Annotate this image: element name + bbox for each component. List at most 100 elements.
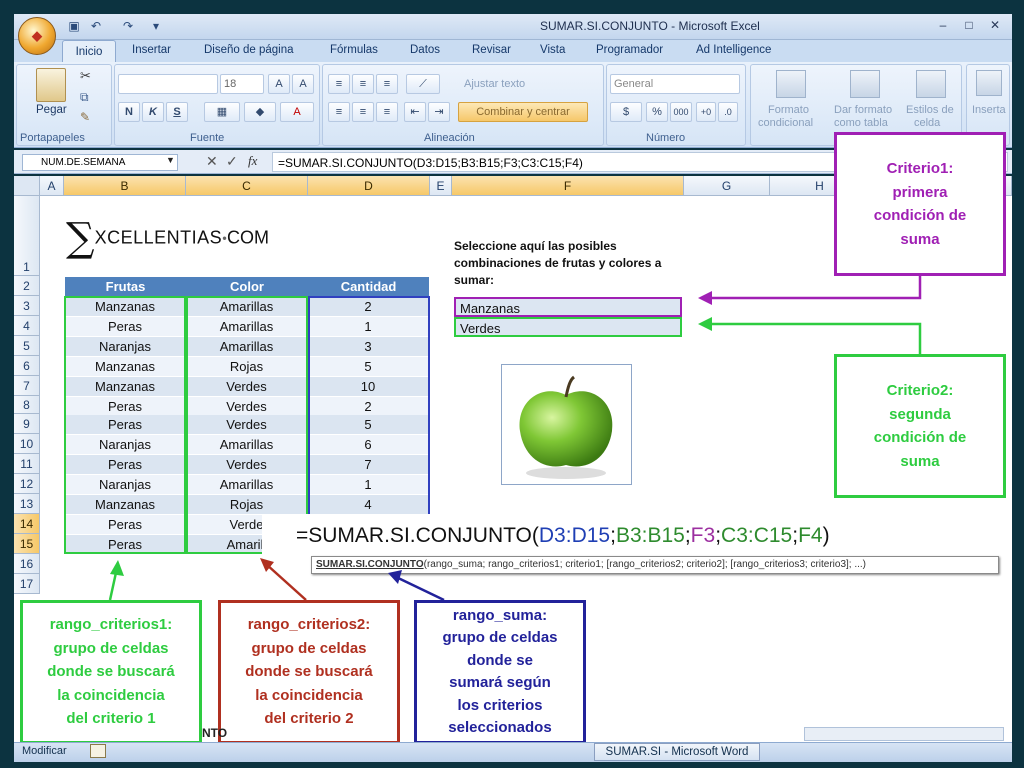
callout-criterio2-line: condición de bbox=[873, 429, 967, 446]
format-as-table-label-2[interactable]: como tabla bbox=[834, 117, 888, 129]
row-header[interactable]: 8 bbox=[14, 396, 40, 414]
tab-datos[interactable]: Datos bbox=[410, 44, 440, 56]
number-format-select[interactable]: General bbox=[610, 74, 740, 94]
shrink-font-icon[interactable]: A bbox=[292, 74, 314, 94]
callout-rs-line: donde se bbox=[467, 651, 533, 669]
italic-button[interactable]: K bbox=[142, 102, 164, 122]
align-bottom-icon[interactable]: ≡ bbox=[376, 74, 398, 94]
row-header[interactable]: 13 bbox=[14, 494, 40, 514]
row-header[interactable]: 3 bbox=[14, 296, 40, 316]
row-header[interactable]: 6 bbox=[14, 356, 40, 376]
name-box-dropdown-icon[interactable]: ▼ bbox=[166, 155, 175, 165]
row-header[interactable]: 12 bbox=[14, 474, 40, 494]
row-header[interactable]: 17 bbox=[14, 574, 40, 594]
currency-icon[interactable]: $ bbox=[610, 102, 642, 122]
bold-button[interactable]: N bbox=[118, 102, 140, 122]
name-box[interactable]: NUM.DE.SEMANA bbox=[22, 154, 178, 171]
row-header[interactable]: 7 bbox=[14, 376, 40, 396]
percent-button[interactable]: % bbox=[646, 102, 668, 122]
align-middle-icon[interactable]: ≡ bbox=[352, 74, 374, 94]
select-all-button[interactable] bbox=[14, 176, 40, 196]
col-header-d[interactable]: D bbox=[308, 176, 430, 196]
increase-decimal-icon[interactable]: +0 bbox=[696, 102, 716, 122]
conditional-format-label-1[interactable]: Formato bbox=[768, 104, 809, 116]
horizontal-scrollbar[interactable] bbox=[804, 727, 1004, 741]
align-top-icon[interactable]: ≡ bbox=[328, 74, 350, 94]
format-painter-icon[interactable]: ✎ bbox=[80, 110, 90, 124]
cell-styles-label-2[interactable]: celda bbox=[914, 117, 940, 129]
function-name-link[interactable]: SUMAR.SI.CONJUNTO bbox=[316, 559, 424, 570]
tab-revisar[interactable]: Revisar bbox=[472, 44, 511, 56]
cancel-entry-icon[interactable]: ✕ bbox=[206, 153, 218, 170]
redo-icon[interactable]: ↷ bbox=[120, 18, 136, 34]
align-left-icon[interactable]: ≡ bbox=[328, 102, 350, 122]
insert-cells-label[interactable]: Inserta bbox=[972, 104, 1006, 116]
save-icon[interactable]: ▣ bbox=[66, 18, 82, 34]
minimize-icon[interactable]: – bbox=[930, 15, 956, 35]
col-header-e[interactable]: E bbox=[430, 176, 452, 196]
undo-icon[interactable]: ↶ bbox=[88, 18, 104, 34]
font-color-icon[interactable]: A bbox=[280, 102, 314, 122]
paste-label[interactable]: Pegar bbox=[36, 104, 67, 116]
tab-programador[interactable]: Programador bbox=[596, 44, 663, 56]
decrease-indent-icon[interactable]: ⇤ bbox=[404, 102, 426, 122]
row-header[interactable]: 16 bbox=[14, 554, 40, 574]
row-header[interactable]: 4 bbox=[14, 316, 40, 336]
format-as-table-label-1[interactable]: Dar formato bbox=[834, 104, 892, 116]
tab-formulas[interactable]: Fórmulas bbox=[330, 44, 378, 56]
col-header-f[interactable]: F bbox=[452, 176, 684, 196]
thousands-button[interactable]: 000 bbox=[670, 102, 692, 122]
tab-inicio[interactable]: Inicio bbox=[62, 40, 116, 63]
row-header[interactable]: 11 bbox=[14, 454, 40, 474]
align-center-icon[interactable]: ≡ bbox=[352, 102, 374, 122]
grow-font-icon[interactable]: A bbox=[268, 74, 290, 94]
decrease-decimal-icon[interactable]: .0 bbox=[718, 102, 738, 122]
formula-input[interactable]: =SUMAR.SI.CONJUNTO(D3:D15;B3:B15;F3;C3:C… bbox=[278, 156, 583, 170]
conditional-format-label-2[interactable]: condicional bbox=[758, 117, 813, 129]
col-header-c[interactable]: C bbox=[186, 176, 308, 196]
customize-qat-icon[interactable]: ▾ bbox=[148, 18, 164, 34]
row-header[interactable]: 5 bbox=[14, 336, 40, 356]
row-header[interactable]: 14 bbox=[14, 514, 40, 534]
col-header-b[interactable]: B bbox=[64, 176, 186, 196]
office-button[interactable]: ◆ bbox=[18, 17, 56, 55]
row-header[interactable]: 2 bbox=[14, 276, 40, 296]
criteria-cell-f4[interactable]: Verdes bbox=[454, 317, 682, 337]
wrap-text-button[interactable]: Ajustar texto bbox=[464, 78, 525, 90]
cell-styles-label-1[interactable]: Estilos de bbox=[906, 104, 954, 116]
tab-ad-intelligence[interactable]: Ad Intelligence bbox=[696, 44, 771, 56]
col-header-g[interactable]: G bbox=[684, 176, 770, 196]
macro-record-icon[interactable] bbox=[90, 744, 106, 758]
paste-icon[interactable] bbox=[36, 68, 66, 102]
maximize-icon[interactable]: □ bbox=[956, 15, 982, 35]
font-size-select[interactable]: 18 bbox=[220, 74, 264, 94]
insert-cells-icon[interactable] bbox=[976, 70, 1002, 96]
cell-styles-icon[interactable] bbox=[916, 70, 946, 98]
borders-icon[interactable]: ▦ bbox=[204, 102, 240, 122]
fill-color-icon[interactable]: ◆ bbox=[244, 102, 276, 122]
insert-function-icon[interactable]: fx bbox=[248, 153, 257, 169]
col-header-a[interactable]: A bbox=[40, 176, 64, 196]
confirm-entry-icon[interactable]: ✓ bbox=[226, 153, 238, 170]
increase-indent-icon[interactable]: ⇥ bbox=[428, 102, 450, 122]
orientation-icon[interactable]: ⟋ bbox=[406, 74, 440, 94]
close-icon[interactable]: ✕ bbox=[982, 15, 1008, 35]
row-header[interactable]: 9 bbox=[14, 414, 40, 434]
underline-button[interactable]: S bbox=[166, 102, 188, 122]
sheet-tab[interactable]: NTO bbox=[202, 726, 227, 740]
font-name-select[interactable] bbox=[118, 74, 218, 94]
row-header[interactable]: 10 bbox=[14, 434, 40, 454]
copy-icon[interactable]: ⧉ bbox=[80, 90, 89, 105]
row-header[interactable]: 15 bbox=[14, 534, 40, 554]
merge-center-button[interactable]: Combinar y centrar bbox=[458, 102, 588, 122]
row-header[interactable]: 1 bbox=[14, 196, 40, 276]
cut-icon[interactable]: ✂ bbox=[80, 68, 91, 84]
tab-diseno-pagina[interactable]: Diseño de página bbox=[204, 44, 294, 56]
conditional-format-icon[interactable] bbox=[776, 70, 806, 98]
format-as-table-icon[interactable] bbox=[850, 70, 880, 98]
align-right-icon[interactable]: ≡ bbox=[376, 102, 398, 122]
taskbar-word-window[interactable]: SUMAR.SI - Microsoft Word bbox=[594, 743, 760, 761]
tab-insertar[interactable]: Insertar bbox=[132, 44, 171, 56]
tab-vista[interactable]: Vista bbox=[540, 44, 565, 56]
criteria-cell-f3[interactable]: Manzanas bbox=[454, 297, 682, 317]
